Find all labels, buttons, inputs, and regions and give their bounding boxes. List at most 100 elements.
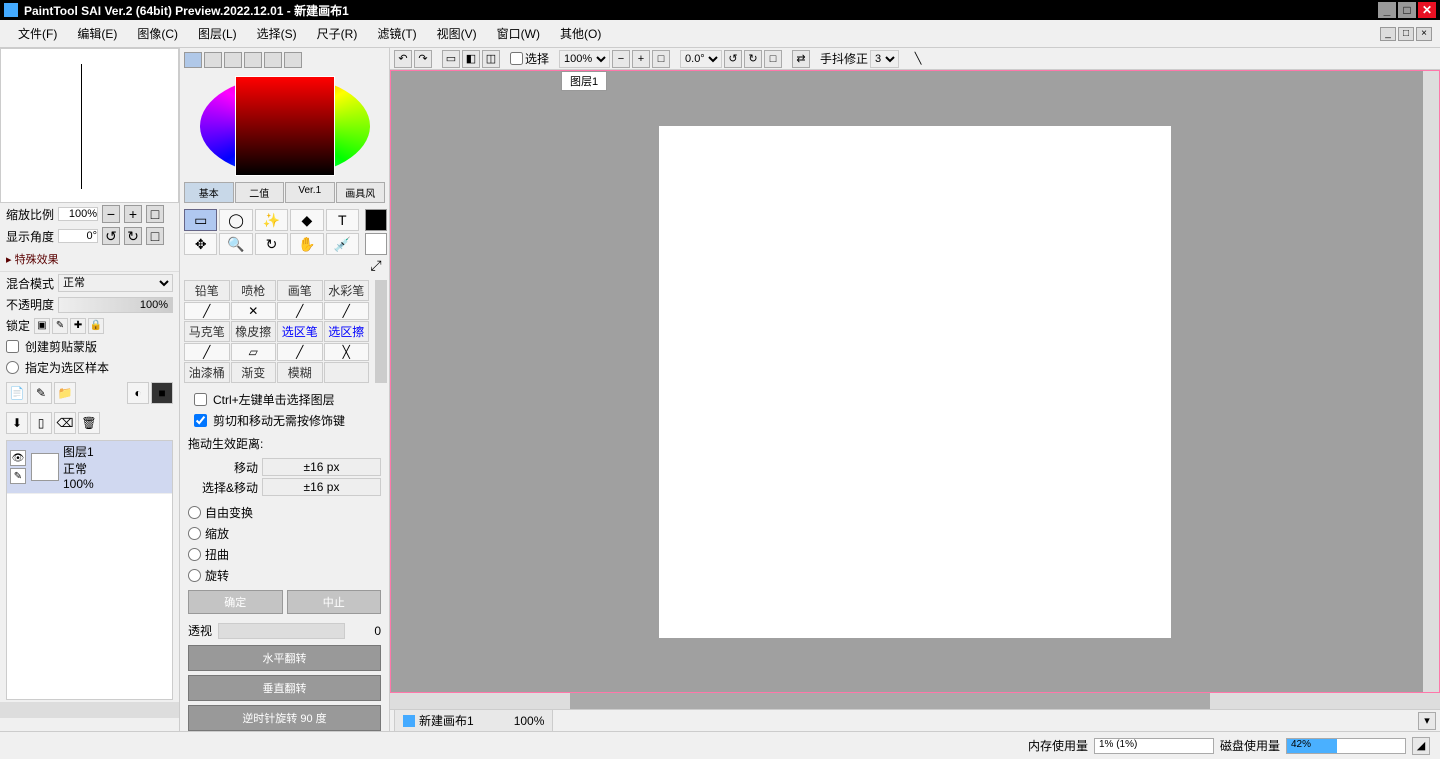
delete-layer-button[interactable]: 🗑 <box>78 412 100 434</box>
move-tool[interactable]: ✥ <box>184 233 217 255</box>
merge-down-button[interactable]: ⬇ <box>6 412 28 434</box>
show-selection-button[interactable]: ◫ <box>482 50 500 68</box>
magic-wand-tool[interactable]: ✨ <box>255 209 288 231</box>
transform-free-radio[interactable] <box>188 506 201 519</box>
zoom-fit-button[interactable]: □ <box>146 205 164 223</box>
hand-tool[interactable]: ✋ <box>290 233 323 255</box>
menu-other[interactable]: 其他(O) <box>550 21 611 46</box>
mask-button[interactable]: ◐ <box>127 382 149 404</box>
menu-image[interactable]: 图像(C) <box>127 21 188 46</box>
palette-tab-binary[interactable]: 二值 <box>235 182 285 203</box>
zoom-in-button-tb[interactable]: + <box>632 50 650 68</box>
redo-button[interactable]: ↷ <box>414 50 432 68</box>
canvas-viewport[interactable]: 图层1 <box>390 70 1440 693</box>
rotate-tool[interactable]: ↻ <box>255 233 288 255</box>
transform-distort-radio[interactable] <box>188 548 201 561</box>
color-wheel-tab[interactable] <box>184 52 202 68</box>
mdi-restore-button[interactable]: □ <box>1398 27 1414 41</box>
flip-vertical-button[interactable]: 垂直翻转 <box>188 675 381 701</box>
rotate-reset-button-tb[interactable]: □ <box>764 50 782 68</box>
cut-move-checkbox[interactable] <box>194 414 207 427</box>
lock-move-icon[interactable]: ✚ <box>70 318 86 334</box>
new-folder-button[interactable]: 📁 <box>54 382 76 404</box>
new-layer-button[interactable]: 📄 <box>6 382 28 404</box>
move-value[interactable]: ±16 px <box>262 458 381 476</box>
document-tab[interactable]: 新建画布1 100% <box>394 709 553 732</box>
zoom-in-button[interactable]: + <box>124 205 142 223</box>
layer-visibility-icon[interactable]: 👁 <box>10 450 26 466</box>
zoom-tool[interactable]: 🔍 <box>219 233 252 255</box>
brush-pencil[interactable]: ╱ <box>184 302 230 320</box>
transform-scale-radio[interactable] <box>188 527 201 540</box>
menu-view[interactable]: 视图(V) <box>427 21 487 46</box>
color-hsv-tab[interactable] <box>224 52 242 68</box>
shape-tool[interactable]: ◆ <box>290 209 323 231</box>
text-tool[interactable]: T <box>326 209 359 231</box>
brush-airbrush[interactable]: ✕ <box>231 302 277 320</box>
vertical-scrollbar[interactable] <box>1423 71 1439 692</box>
layer-item[interactable]: 👁 ✎ 图层1 正常 100% <box>7 441 172 494</box>
selmove-value[interactable]: ±16 px <box>262 478 381 496</box>
left-scrollbar[interactable] <box>0 702 179 718</box>
rotate-ccw-button-tb[interactable]: ↺ <box>724 50 742 68</box>
ctrl-click-checkbox[interactable] <box>194 393 207 406</box>
opacity-slider[interactable]: 100% <box>58 297 173 313</box>
color-scratchpad-tab[interactable] <box>284 52 302 68</box>
color-swatches-tab[interactable] <box>264 52 282 68</box>
background-color[interactable] <box>365 233 387 255</box>
stabilizer-select[interactable]: 3 <box>870 50 899 68</box>
status-resize-grip[interactable]: ◢ <box>1412 737 1430 755</box>
mdi-minimize-button[interactable]: _ <box>1380 27 1396 41</box>
angle-input[interactable] <box>58 229 98 243</box>
menu-ruler[interactable]: 尺子(R) <box>307 21 368 46</box>
zoom-input[interactable] <box>58 207 98 221</box>
rotate-cw-button-tb[interactable]: ↻ <box>744 50 762 68</box>
menu-window[interactable]: 窗口(W) <box>487 21 550 46</box>
rotation-select[interactable]: 0.0° <box>680 50 722 68</box>
maximize-button[interactable]: □ <box>1398 2 1416 18</box>
lock-all-icon[interactable]: 🔒 <box>88 318 104 334</box>
rotate-cw-button[interactable]: ↻ <box>124 227 142 245</box>
rotate-reset-button[interactable]: □ <box>146 227 164 245</box>
menu-select[interactable]: 选择(S) <box>247 21 307 46</box>
color-mixer-tab[interactable] <box>244 52 262 68</box>
transform-ok-button[interactable]: 确定 <box>188 590 283 614</box>
brush-marker[interactable]: ╱ <box>184 343 230 361</box>
blend-mode-select[interactable]: 正常 <box>58 274 173 292</box>
canvas[interactable] <box>659 126 1171 638</box>
color-square[interactable] <box>235 76 335 176</box>
zoom-select[interactable]: 100% <box>559 50 610 68</box>
perspective-slider[interactable] <box>218 623 345 639</box>
flip-h-button-tb[interactable]: ⇄ <box>792 50 810 68</box>
navigator-preview[interactable] <box>0 48 179 203</box>
zoom-fit-button-tb[interactable]: □ <box>652 50 670 68</box>
mdi-close-button[interactable]: × <box>1416 27 1432 41</box>
transform-rotate-radio[interactable] <box>188 569 201 582</box>
clear-layer-button[interactable]: ⌫ <box>54 412 76 434</box>
swap-colors-icon[interactable]: ⤢ <box>365 257 387 274</box>
transform-cancel-button[interactable]: 中止 <box>287 590 382 614</box>
zoom-out-button-tb[interactable]: − <box>612 50 630 68</box>
close-button[interactable]: ✕ <box>1418 2 1436 18</box>
mask-black-button[interactable]: ■ <box>151 382 173 404</box>
menu-edit[interactable]: 编辑(E) <box>67 21 127 46</box>
clip-mask-checkbox[interactable] <box>6 340 19 353</box>
brush-brush[interactable]: ╱ <box>277 302 323 320</box>
brush-watercolor[interactable]: ╱ <box>324 302 370 320</box>
rotate-90ccw-button[interactable]: 逆时针旋转 90 度 <box>188 705 381 731</box>
lock-transparency-icon[interactable]: ✎ <box>52 318 68 334</box>
layer-edit-icon[interactable]: ✎ <box>10 468 26 484</box>
eyedropper-tool[interactable]: 💉 <box>326 233 359 255</box>
palette-tab-painting[interactable]: 画具风 <box>336 182 386 203</box>
menu-file[interactable]: 文件(F) <box>8 21 67 46</box>
flip-horizontal-button[interactable]: 水平翻转 <box>188 645 381 671</box>
transfer-down-button[interactable]: ▯ <box>30 412 52 434</box>
invert-button[interactable]: ◧ <box>462 50 480 68</box>
palette-tab-basic[interactable]: 基本 <box>184 182 234 203</box>
horizontal-scrollbar[interactable] <box>390 693 1424 709</box>
foreground-color[interactable] <box>365 209 387 231</box>
lock-pixels-icon[interactable]: ▣ <box>34 318 50 334</box>
rotate-ccw-button[interactable]: ↺ <box>102 227 120 245</box>
menu-filter[interactable]: 滤镜(T) <box>367 21 426 46</box>
minimize-button[interactable]: _ <box>1378 2 1396 18</box>
